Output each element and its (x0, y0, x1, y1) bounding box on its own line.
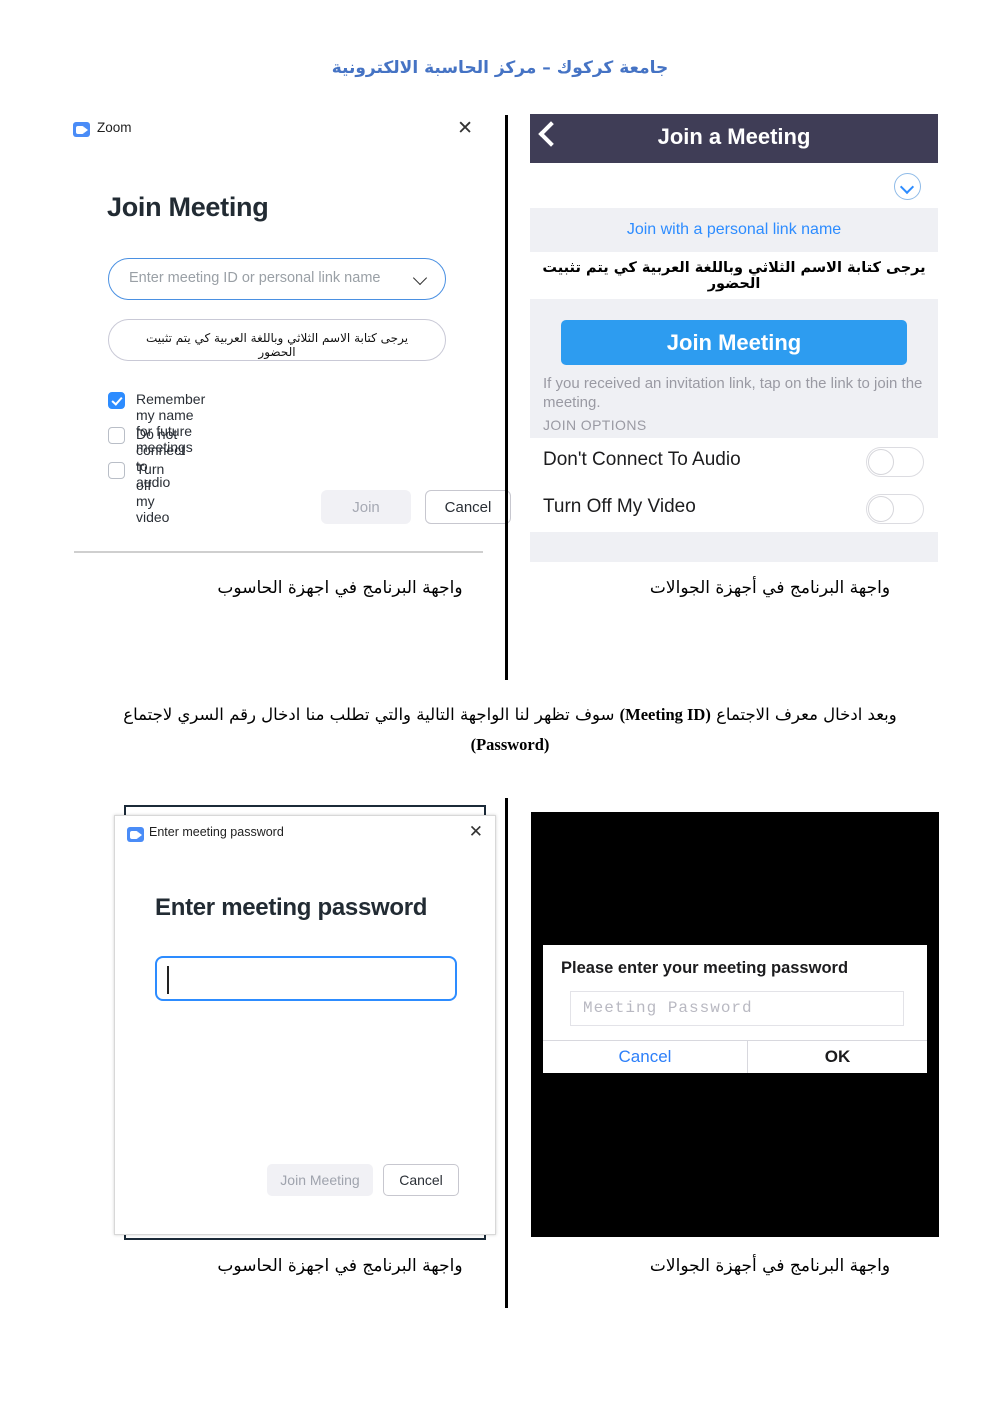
password-alert-dialog: Please enter your meeting password Meeti… (543, 945, 927, 1073)
paragraph-bold-meeting-id: (Meeting ID) (619, 705, 711, 724)
caption-mobile-bottom: واجهة البرنامج في أجهزة الجوالات (649, 1256, 891, 1276)
password-window-title: Enter meeting password (149, 825, 284, 839)
paragraph-part-2: سوف تظهر لنا الواجهة التالية والتي تطلب … (123, 705, 620, 724)
chevron-down-circle-icon[interactable] (894, 173, 921, 200)
join-meeting-button[interactable]: Join Meeting (561, 320, 907, 365)
display-name-input[interactable]: يرجى كتابة الاسم الثلاثي وباللغة العربية… (108, 319, 446, 361)
mobile-footer-strip (530, 532, 938, 562)
option-label: Turn off my video (136, 461, 170, 525)
window-titlebar: Zoom ✕ (73, 118, 473, 142)
caption-mobile-top: واجهة البرنامج في أجهزة الجوالات (649, 578, 891, 598)
page-title: Join Meeting (107, 192, 269, 222)
join-options-header: JOIN OPTIONS (543, 417, 647, 433)
toggle-label: Turn Off My Video (543, 496, 696, 517)
toggle-label: Don't Connect To Audio (543, 449, 741, 470)
zoom-desktop-join-window: Zoom ✕ Join Meeting Enter meeting ID or … (63, 112, 511, 552)
alert-title: Please enter your meeting password (561, 959, 849, 977)
column-divider-bottom (505, 798, 508, 1308)
zoom-mobile-join-screen: Join a Meeting Join with a personal link… (530, 114, 938, 562)
paragraph-bold-password: (Password) (470, 735, 550, 754)
section-divider (74, 551, 483, 553)
caption-desktop-top: واجهة البرنامج في اجهزة الحاسوب (217, 578, 463, 598)
cancel-button[interactable]: Cancel (425, 490, 511, 524)
checkbox-icon[interactable] (108, 462, 125, 479)
zoom-logo-icon (127, 827, 144, 842)
mobile-password-screen: Please enter your meeting password Meeti… (531, 812, 939, 1237)
invitation-hint: If you received an invitation link, tap … (543, 375, 923, 411)
join-with-personal-link[interactable]: Join with a personal link name (530, 208, 938, 252)
caption-desktop-bottom: واجهة البرنامج في اجهزة الحاسوب (217, 1256, 463, 1276)
checkbox-icon[interactable] (108, 427, 125, 444)
meeting-id-input[interactable]: Enter meeting ID or personal link name (108, 258, 446, 300)
personal-link-label: Join with a personal link name (626, 221, 842, 238)
zoom-logo-icon (73, 122, 90, 137)
paragraph-part-1: وبعد ادخال معرف الاجتماع (710, 705, 897, 724)
body-paragraph: وبعد ادخال معرف الاجتماع (Meeting ID) سو… (110, 700, 910, 760)
join-panel: Join Meeting If you received an invitati… (530, 299, 938, 438)
mobile-nav-title: Join a Meeting (657, 124, 811, 149)
document-heading: جامعة كركوك – مركز الحاسبة الالكترونية (331, 58, 669, 78)
alert-cancel-button[interactable]: Cancel (543, 1041, 747, 1073)
cancel-button[interactable]: Cancel (383, 1164, 459, 1196)
meeting-id-placeholder: Enter meeting ID or personal link name (129, 270, 381, 286)
chevron-down-icon[interactable] (412, 270, 428, 286)
toggle-switch-off[interactable] (866, 447, 924, 477)
toggle-row-turn-off-video[interactable]: Turn Off My Video (530, 485, 938, 532)
mobile-navbar: Join a Meeting (530, 114, 938, 163)
toggle-switch-off[interactable] (866, 494, 924, 524)
alert-ok-button[interactable]: OK (748, 1041, 927, 1073)
toggle-row-dont-connect-audio[interactable]: Don't Connect To Audio (530, 438, 938, 485)
enter-password-dialog: Enter meeting password ✕ Enter meeting p… (114, 815, 496, 1235)
password-input[interactable] (155, 956, 457, 1001)
arabic-instruction-note: يرجى كتابة الاسم الثلاثي وباللغة العربية… (542, 260, 926, 292)
join-button[interactable]: Join (321, 490, 411, 524)
meeting-id-row[interactable] (530, 163, 938, 207)
text-caret (167, 966, 169, 994)
close-icon[interactable]: ✕ (469, 822, 483, 842)
meeting-password-placeholder: Meeting Password (583, 999, 753, 1017)
window-title: Zoom (97, 120, 132, 135)
password-titlebar: Enter meeting password ✕ (127, 822, 483, 845)
password-heading: Enter meeting password (155, 894, 428, 921)
display-name-value: يرجى كتابة الاسم الثلاثي وباللغة العربية… (145, 331, 409, 359)
checkbox-checked-icon[interactable] (108, 392, 125, 409)
meeting-password-input[interactable]: Meeting Password (570, 991, 904, 1026)
close-icon[interactable]: ✕ (457, 118, 473, 138)
join-meeting-button[interactable]: Join Meeting (267, 1164, 373, 1196)
